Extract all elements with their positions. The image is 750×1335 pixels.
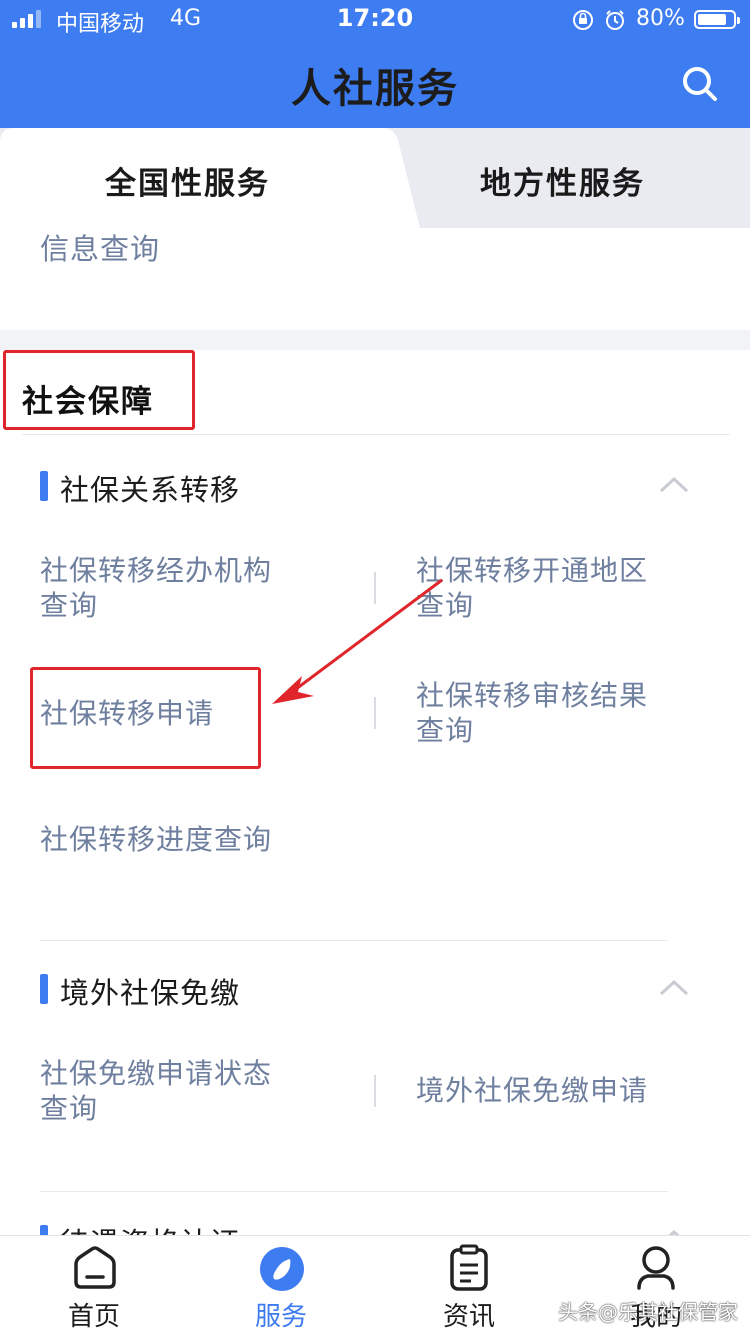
link-line: 社保转移进度查询 [40,823,273,856]
nav-service[interactable]: 服务 [221,1240,341,1332]
link-overseas-exempt-apply[interactable]: 境外社保免缴申请 [416,1073,716,1108]
column-separator [374,1075,376,1107]
profile-icon [637,1246,675,1290]
chevron-up-icon[interactable] [658,977,690,997]
chevron-up-icon[interactable] [658,1227,690,1235]
nav-news-label: 资讯 [442,1302,495,1332]
divider [40,1191,668,1192]
group-accent-bar [40,1225,48,1235]
nav-home[interactable]: 首页 [34,1240,154,1332]
group-3-clip: 待遇资格认证 [0,1200,750,1235]
link-line: 查询 [40,1092,99,1125]
group-title-overseas-exempt: 境外社保免缴 [60,976,241,1010]
nav-news[interactable]: 资讯 [409,1240,529,1332]
nav-service-label: 服务 [254,1302,307,1332]
link-line: 境外社保免缴申请 [416,1074,649,1107]
nav-home-label: 首页 [67,1302,120,1332]
link-exempt-status-query[interactable]: 社保免缴申请状态 查询 [40,1056,340,1126]
annotation-arrow [272,578,443,704]
group-accent-bar [40,974,48,1004]
watermark: 头条@乐其社保管家 [558,1300,738,1324]
news-icon [450,1244,488,1291]
link-line: 社保免缴申请状态 [40,1057,273,1090]
link-transfer-progress[interactable]: 社保转移进度查询 [40,822,360,857]
group-title-qualification: 待遇资格认证 [60,1220,240,1235]
home-icon [74,1246,116,1289]
service-compass-icon [260,1247,304,1291]
divider [40,940,668,941]
